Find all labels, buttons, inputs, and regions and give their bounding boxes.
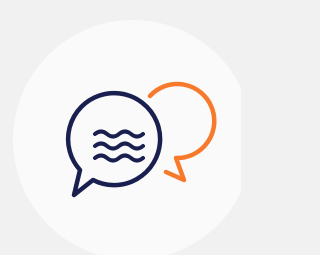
icon-tile <box>0 0 241 255</box>
chat-bubbles-waves-icon <box>65 81 217 198</box>
front-speech-bubble-icon <box>65 90 163 198</box>
